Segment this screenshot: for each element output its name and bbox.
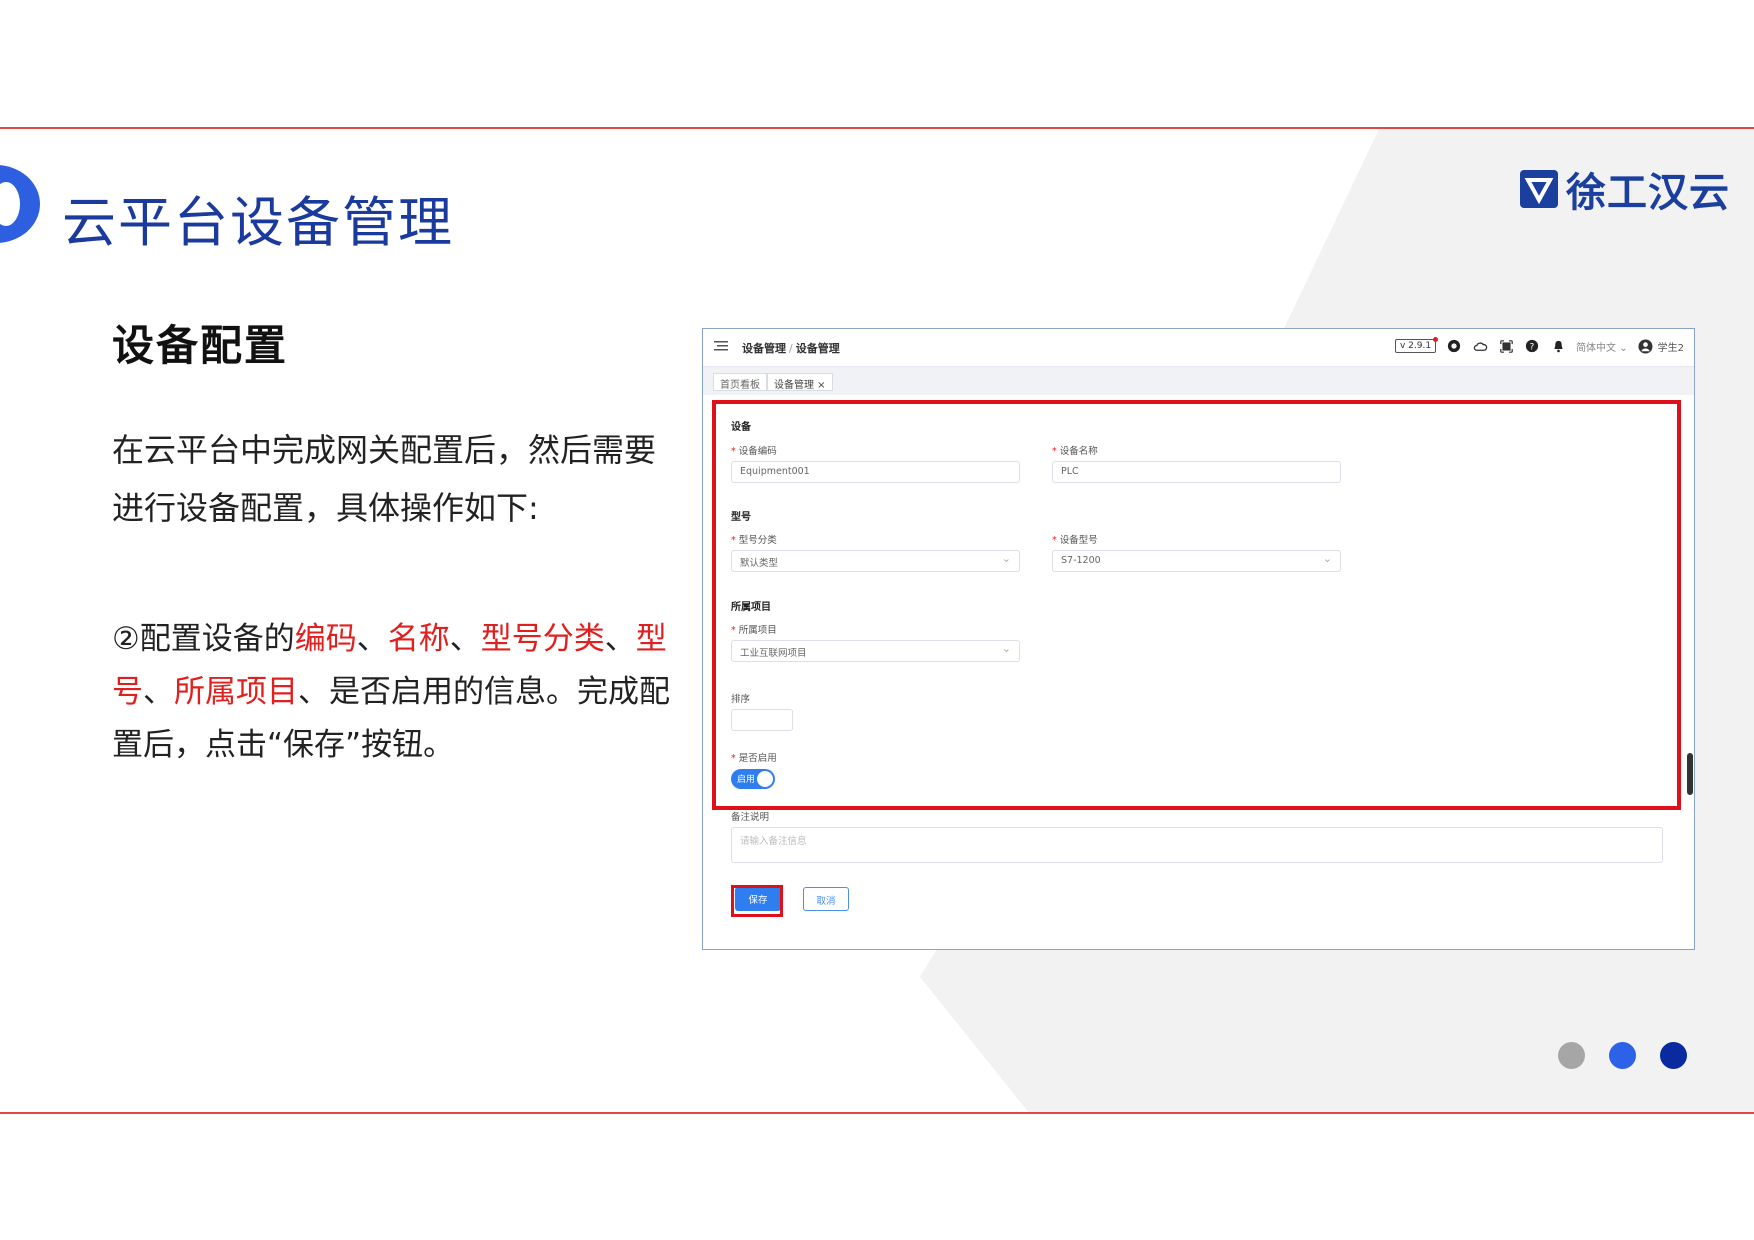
step-text: 、 (604, 621, 636, 657)
step-text: 、 (143, 674, 174, 710)
save-highlight-box (731, 885, 783, 917)
user-menu[interactable]: 学生2 (1638, 338, 1684, 354)
svg-text:?: ? (1530, 343, 1535, 353)
breadcrumb: 设备管理 / 设备管理 (742, 340, 840, 356)
highlight-name: 名称 (387, 621, 450, 657)
github-icon[interactable] (1446, 338, 1462, 354)
highlight-project: 所属项目 (174, 674, 298, 710)
user-name: 学生2 (1657, 342, 1684, 354)
slide-title: 云平台设备管理 (62, 191, 454, 254)
tab-dashboard[interactable]: 首页看板 (713, 373, 767, 391)
breadcrumb-current: 设备管理 (795, 342, 840, 355)
step-text: 、 (356, 621, 388, 657)
logo-mark-icon (1520, 170, 1558, 208)
step-text: ②配置设备的 (112, 621, 295, 657)
tabs-bar: 首页看板 设备管理 × (703, 367, 1694, 395)
bottom-divider-line (0, 1112, 1754, 1114)
language-select[interactable]: 简体中文 ⌄ (1576, 339, 1628, 354)
breadcrumb-parent[interactable]: 设备管理 (742, 342, 786, 355)
bell-icon[interactable] (1550, 338, 1566, 354)
help-icon[interactable]: ? (1524, 338, 1540, 354)
step-text: 、 (449, 621, 481, 657)
dot-blue (1609, 1042, 1636, 1069)
company-logo: 徐工汉云 (1518, 160, 1730, 218)
version-badge[interactable]: v 2.9.1 (1394, 337, 1439, 353)
logo-text: 徐工汉云 (1566, 170, 1730, 216)
top-divider-line (0, 127, 1754, 129)
section-title: 设备配置 (112, 321, 289, 370)
app-header: 设备管理 / 设备管理 v 2.9.1 ? 简体中文 ⌄ 学生2 (703, 329, 1694, 367)
scrollbar-thumb[interactable] (1687, 753, 1693, 795)
cancel-button[interactable]: 取消 (803, 887, 849, 911)
cloud-icon[interactable] (1472, 338, 1488, 354)
fullscreen-icon[interactable] (1498, 338, 1514, 354)
remark-label: 备注说明 (731, 812, 770, 823)
intro-paragraph: 在云平台中完成网关配置后，然后需要进行设备配置，具体操作如下: (112, 431, 657, 527)
highlight-code: 编码 (294, 621, 357, 657)
tab-device-management[interactable]: 设备管理 × (767, 373, 833, 391)
highlight-model-category: 型号分类 (480, 621, 605, 657)
menu-icon[interactable] (714, 340, 728, 352)
steps-paragraph: ②配置设备的编码、名称、型号分类、型号、所属项目、是否启用的信息。完成配置后，点… (112, 613, 672, 772)
breadcrumb-separator: / (789, 342, 793, 355)
header-toolbar: v 2.9.1 ? 简体中文 ⌄ 学生2 (1394, 337, 1684, 354)
dot-grey (1558, 1042, 1585, 1069)
pagination-dots (1558, 1042, 1687, 1069)
remark-textarea[interactable]: 请输入备注信息 (731, 827, 1663, 863)
dot-navy (1660, 1042, 1687, 1069)
form-highlight-box (712, 400, 1681, 810)
user-avatar-icon (1638, 338, 1653, 354)
